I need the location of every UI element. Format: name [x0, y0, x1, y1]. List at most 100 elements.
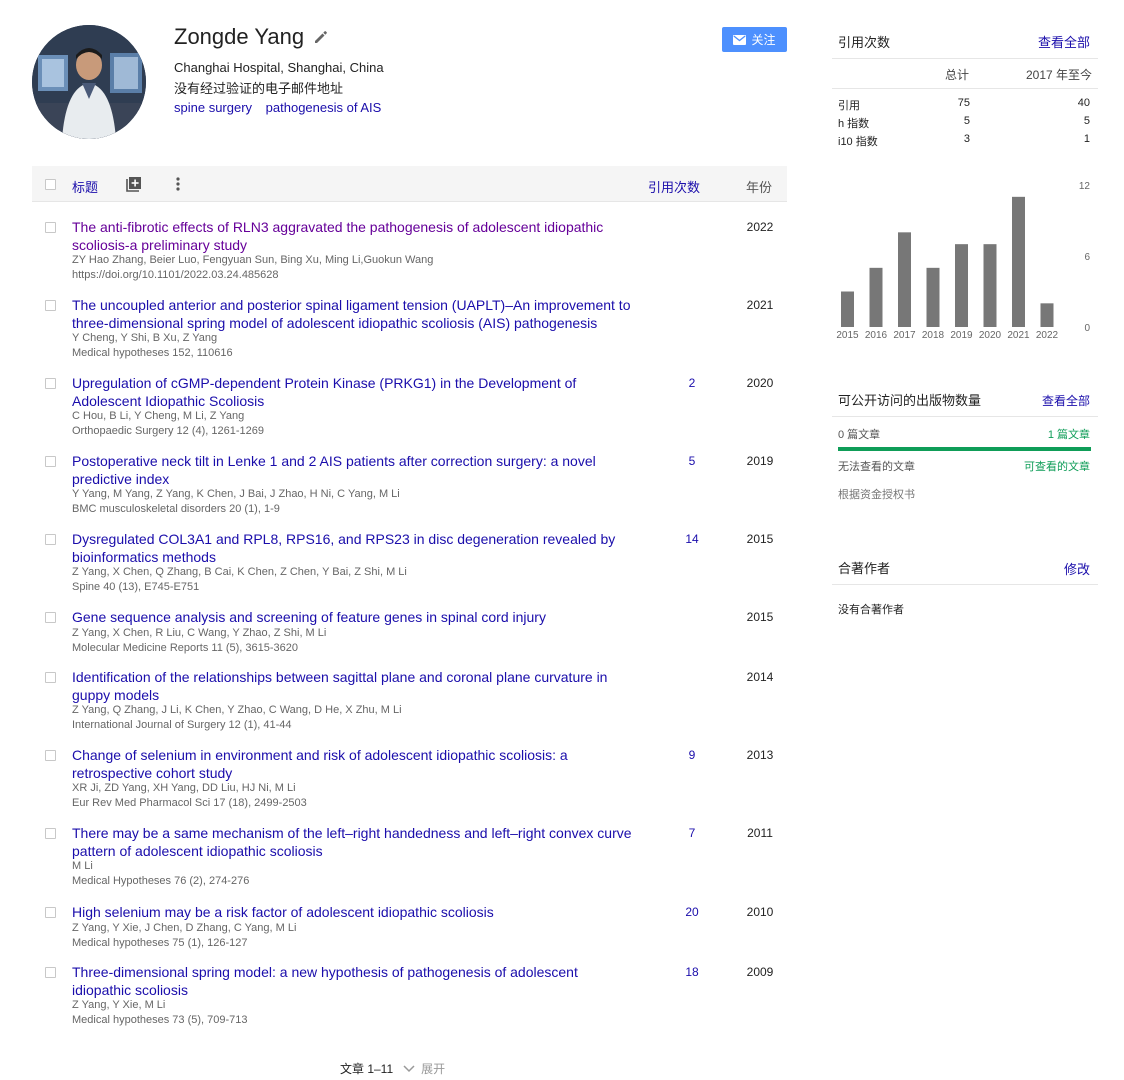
article-title-link[interactable]: High selenium may be a risk factor of ad… — [72, 903, 632, 921]
sort-by-cites[interactable]: 引用次数 — [648, 177, 700, 196]
article-venue: Molecular Medicine Reports 11 (5), 3615-… — [72, 642, 299, 654]
chart-y-tick-label: 6 — [1084, 252, 1090, 263]
stat-h-index-since: 5 — [1083, 115, 1090, 127]
more-options-icon[interactable] — [176, 177, 180, 191]
row-checkbox[interactable] — [45, 534, 56, 545]
article-year: 2013 — [746, 748, 774, 762]
stat-citations-since: 40 — [1077, 97, 1090, 109]
chart-bar-2021[interactable] — [1012, 196, 1025, 327]
chart-bar-2016[interactable] — [869, 267, 883, 327]
article-cites-link[interactable]: 18 — [672, 965, 712, 979]
stat-label-citations: 引用 — [838, 100, 860, 112]
chart-bar-2019[interactable] — [955, 244, 968, 327]
row-checkbox[interactable] — [45, 750, 56, 761]
article-title-link[interactable]: Dysregulated COL3A1 and RPL8, RPS16, and… — [72, 530, 632, 566]
row-checkbox[interactable] — [45, 967, 56, 978]
article-title-link[interactable]: The uncoupled anterior and posterior spi… — [72, 296, 632, 332]
article-authors: M Li — [72, 860, 93, 872]
row-checkbox[interactable] — [45, 828, 56, 839]
article-authors: Z Yang, Q Zhang, J Li, K Chen, Y Zhao, C… — [72, 704, 402, 716]
citations-heading: 引用次数 — [838, 35, 891, 50]
coauthors-heading: 合著作者 — [838, 561, 891, 576]
interest-link-spine-surgery[interactable]: spine surgery — [174, 100, 252, 115]
article-authors: Y Cheng, Y Shi, B Xu, Z Yang — [72, 332, 218, 344]
row-checkbox[interactable] — [45, 672, 56, 683]
chart-bar-2017[interactable] — [898, 232, 911, 327]
available-count: 1 篇文章 — [1047, 429, 1090, 441]
article-cites-link[interactable]: 9 — [672, 748, 712, 762]
divider — [832, 88, 1098, 89]
article-title-link[interactable]: There may be a same mechanism of the lef… — [72, 824, 632, 860]
follow-button[interactable]: 关注 — [722, 27, 787, 52]
edit-pencil-icon[interactable] — [313, 30, 328, 45]
chart-bar-2020[interactable] — [983, 244, 997, 327]
stat-citations-total: 75 — [957, 97, 970, 109]
chart-x-tick-label: 2018 — [922, 330, 945, 341]
article-venue: Orthopaedic Surgery 12 (4), 1261-1269 — [72, 425, 265, 437]
public-access-heading: 可公开访问的出版物数量 — [838, 393, 982, 408]
row-checkbox[interactable] — [45, 222, 56, 233]
divider — [832, 58, 1098, 59]
chart-y-tick-label: 12 — [1079, 181, 1091, 192]
article-year: 2019 — [746, 454, 774, 468]
coauthors-edit-link[interactable]: 修改 — [1064, 559, 1090, 578]
row-checkbox[interactable] — [45, 378, 56, 389]
avatar-photo — [32, 25, 146, 139]
article-title-link[interactable]: Three-dimensional spring model: a new hy… — [72, 963, 632, 999]
article-title-link[interactable]: Change of selenium in environment and ri… — [72, 746, 632, 782]
row-checkbox[interactable] — [45, 907, 56, 918]
article-cites-link[interactable]: 20 — [672, 905, 712, 919]
article-year: 2020 — [746, 376, 774, 390]
chart-bar-2022[interactable] — [1040, 303, 1054, 327]
public-access-progress-bar — [838, 447, 1091, 451]
article-year: 2010 — [746, 905, 774, 919]
row-checkbox[interactable] — [45, 612, 56, 623]
article-authors: Z Yang, X Chen, R Liu, C Wang, Y Zhao, Z… — [72, 627, 327, 639]
article-cites-link[interactable]: 14 — [672, 532, 712, 546]
article-authors: Z Yang, Y Xie, M Li — [72, 999, 166, 1011]
chart-bar-2015[interactable] — [841, 291, 854, 328]
row-checkbox[interactable] — [45, 300, 56, 311]
chevron-down-icon — [403, 1064, 415, 1072]
row-checkbox[interactable] — [45, 456, 56, 467]
camera-icon[interactable] — [110, 133, 132, 139]
article-venue: BMC musculoskeletal disorders 20 (1), 1-… — [72, 503, 280, 515]
citations-bar-chart: 2015 2016 2017 2018 2019 2020 2021 2022 0 6 12 — [836, 181, 1091, 341]
stat-label-h-index: h 指数 — [838, 118, 870, 130]
public-access-view-all-link[interactable]: 查看全部 — [1042, 392, 1090, 409]
chart-x-tick-label: 2021 — [1007, 330, 1030, 341]
article-title-link[interactable]: Gene sequence analysis and screening of … — [72, 608, 632, 626]
article-venue: https://doi.org/10.1101/2022.03.24.48562… — [72, 269, 279, 281]
article-year: 2011 — [747, 826, 773, 840]
profile-interests: spine surgery pathogenesis of AIS — [174, 100, 391, 115]
article-cites-link[interactable]: 7 — [672, 826, 712, 840]
chart-x-tick-label: 2020 — [979, 330, 1002, 341]
article-authors: C Hou, B Li, Y Cheng, M Li, Z Yang — [72, 410, 245, 422]
avatar[interactable] — [32, 25, 146, 139]
expand-button[interactable]: 展开 — [403, 1060, 445, 1077]
chart-x-tick-label: 2019 — [950, 330, 973, 341]
select-all-checkbox[interactable] — [45, 179, 56, 190]
mandate-label: 根据资金授权书 — [838, 489, 915, 501]
sort-by-year[interactable]: 年份 — [746, 177, 772, 196]
article-cites-link[interactable]: 5 — [672, 454, 712, 468]
article-authors: Z Yang, X Chen, Q Zhang, B Cai, K Chen, … — [72, 566, 407, 578]
sort-by-title[interactable]: 标题 — [72, 177, 98, 196]
article-title-link[interactable]: The anti-fibrotic effects of RLN3 aggrav… — [72, 218, 632, 254]
citations-view-all-link[interactable]: 查看全部 — [1038, 32, 1090, 51]
article-title-link[interactable]: Postoperative neck tilt in Lenke 1 and 2… — [72, 452, 632, 488]
add-article-icon[interactable] — [126, 176, 142, 192]
stat-i10-index-total: 3 — [963, 133, 970, 145]
article-authors: Y Yang, M Yang, Z Yang, K Chen, J Bai, J… — [72, 488, 400, 500]
article-title-link[interactable]: Upregulation of cGMP-dependent Protein K… — [72, 374, 632, 410]
coauthors-empty: 没有合著作者 — [838, 604, 904, 616]
article-authors: Z Yang, Y Xie, J Chen, D Zhang, C Yang, … — [72, 922, 297, 934]
interest-link-pathogenesis-of-ais[interactable]: pathogenesis of AIS — [266, 100, 382, 115]
article-authors: ZY Hao Zhang, Beier Luo, Fengyuan Sun, B… — [72, 254, 434, 266]
article-cites-link[interactable]: 2 — [672, 376, 712, 390]
unavailable-label: 无法查看的文章 — [838, 461, 915, 473]
article-title-link[interactable]: Identification of the relationships betw… — [72, 668, 632, 704]
article-venue: Medical hypotheses 73 (5), 709-713 — [72, 1014, 248, 1026]
chart-bar-2018[interactable] — [926, 267, 940, 327]
available-label: 可查看的文章 — [1024, 461, 1090, 473]
